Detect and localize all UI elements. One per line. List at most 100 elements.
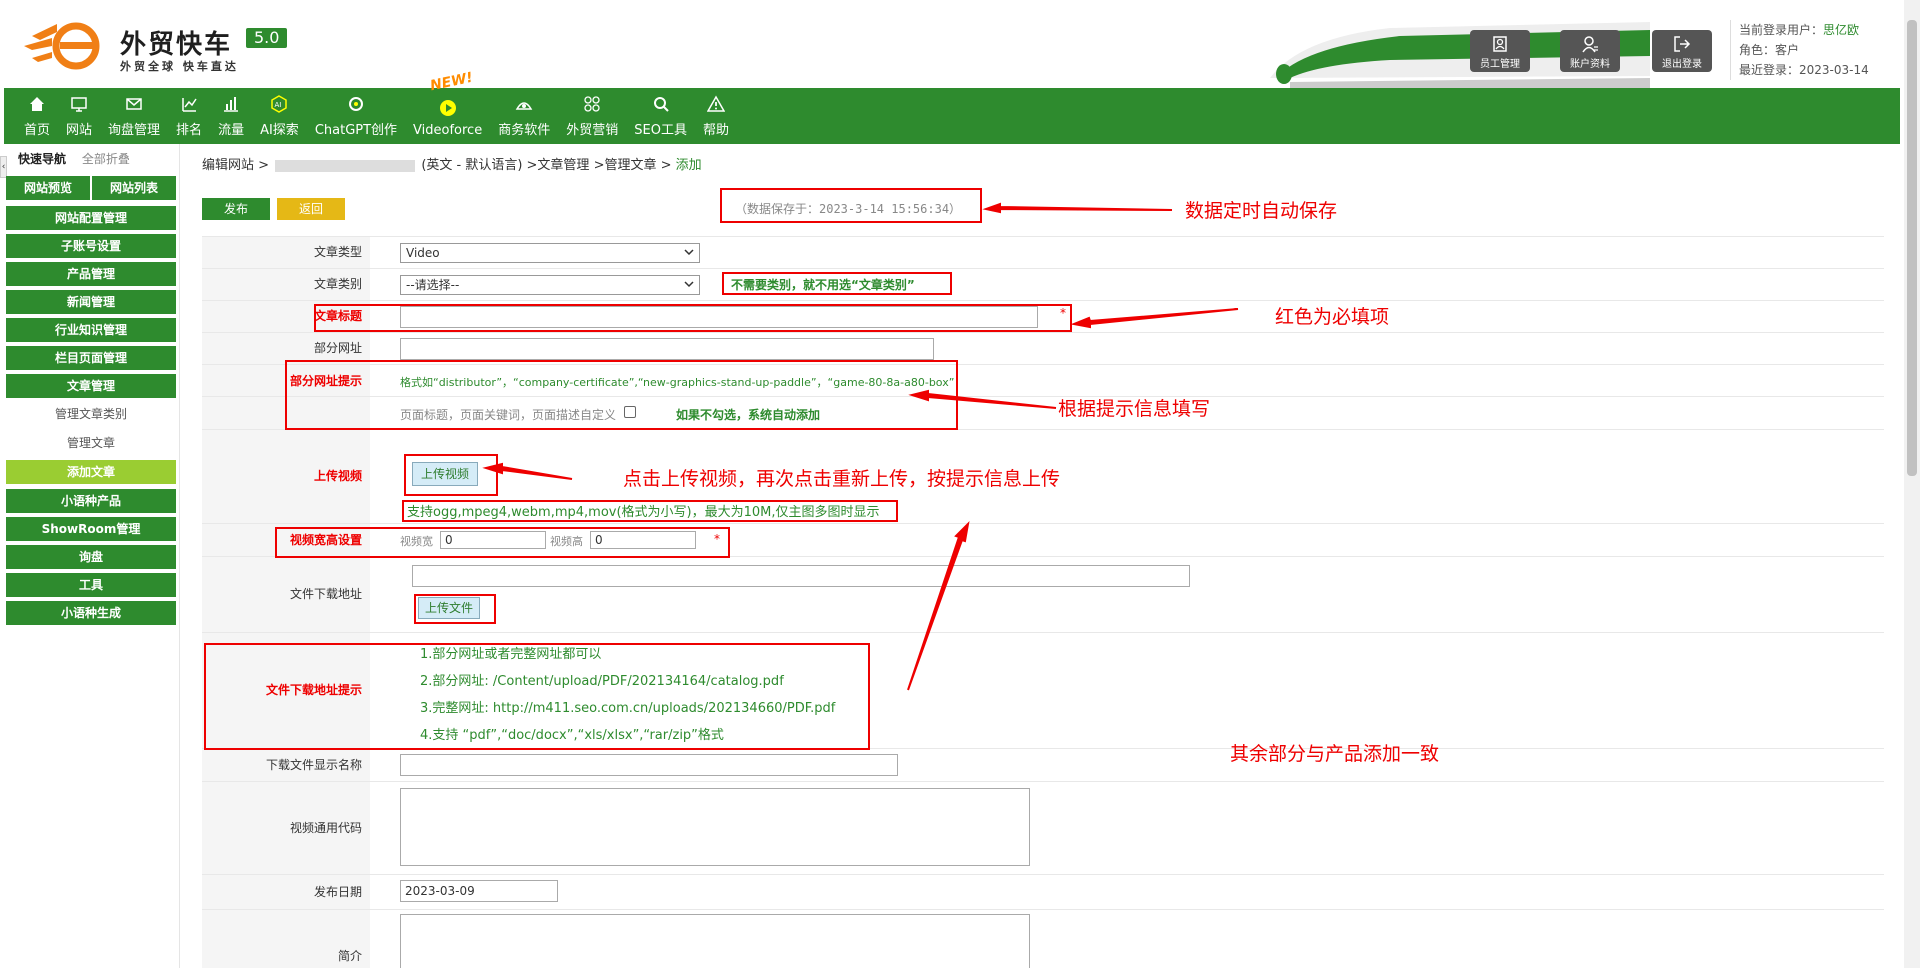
nav-label: 排名	[176, 123, 203, 138]
logo-title: 外贸快车	[120, 30, 233, 60]
breadcrumb: 编辑网站 > (英文 - 默认语言) >文章管理 >管理文章 > 添加	[202, 154, 702, 173]
user-role: 角色：客户	[1739, 43, 1800, 57]
login-user-row: 当前登录用户：思亿欧	[1739, 20, 1898, 40]
nav-item-inquiry[interactable]: 询盘管理	[100, 88, 168, 144]
sidebar-item-site-config[interactable]: 网站配置管理	[6, 206, 176, 230]
breadcrumb-current: 添加	[675, 158, 702, 173]
help-icon	[706, 95, 725, 112]
nav-label: 首页	[24, 123, 51, 138]
nav-item-home[interactable]: 首页	[16, 88, 58, 144]
staff-management-label: 员工管理	[1480, 59, 1520, 70]
upload-video-label: 上传视频	[202, 430, 370, 523]
account-info-button[interactable]: 账户资料	[1560, 30, 1620, 72]
login-user-name[interactable]: 思亿欧	[1823, 23, 1859, 37]
row-divider	[202, 236, 1884, 237]
nav-item-videoforce[interactable]: Videoforce	[405, 88, 490, 144]
annotation-required: 红色为必填项	[1275, 306, 1390, 328]
row-divider	[202, 300, 1884, 301]
ai-icon: AI	[271, 95, 288, 113]
account-info-label: 账户资料	[1570, 59, 1610, 70]
logo-icon	[24, 22, 100, 70]
nav-item-software[interactable]: 商务软件	[490, 88, 558, 144]
annotation-no-category: 不需要类别，就不用选“文章类别”	[731, 278, 915, 292]
row-divider	[202, 332, 1884, 333]
summary-label: 简介	[202, 910, 370, 968]
summary-textarea[interactable]	[400, 914, 1030, 968]
nav-item-website[interactable]: 网站	[58, 88, 100, 144]
article-category-select[interactable]: --请选择--	[400, 275, 700, 295]
sidebar-sub-add-article[interactable]: 添加文章	[6, 460, 176, 484]
sidebar-item-article[interactable]: 文章管理	[6, 374, 176, 398]
nav-label: 帮助	[702, 123, 729, 138]
nav-item-seo-tools[interactable]: SEO工具	[626, 88, 695, 144]
blurred-site-name	[275, 159, 416, 172]
sidebar-sub-manage-article[interactable]: 管理文章	[6, 431, 176, 455]
video-code-textarea[interactable]	[400, 788, 1030, 866]
annotation-box-upload-video	[404, 454, 498, 496]
scrollbar-thumb[interactable]	[1907, 20, 1917, 476]
nav-label: 网站	[66, 123, 93, 138]
row-divider	[202, 632, 1884, 633]
annotation-box-partial-url	[285, 360, 958, 430]
staff-management-button[interactable]: 员工管理	[1470, 30, 1530, 72]
back-button[interactable]: 返回	[277, 198, 345, 220]
nav-label: Videoforce	[413, 123, 483, 138]
video-code-label: 视频通用代码	[202, 782, 370, 874]
nav-item-ai[interactable]: AI AI探索	[252, 88, 307, 144]
nav-item-traffic[interactable]: 流量	[210, 88, 252, 144]
nav-item-help[interactable]: 帮助	[695, 88, 737, 144]
sidebar-item-showroom[interactable]: ShowRoom管理	[6, 517, 176, 541]
nav-item-chatgpt[interactable]: ChatGPT创作	[307, 88, 405, 144]
account-icon	[1582, 36, 1598, 53]
row-divider	[202, 268, 1884, 269]
last-login: 最近登录：2023-03-14	[1739, 63, 1869, 77]
sidebar-item-sub-account[interactable]: 子账号设置	[6, 234, 176, 258]
file-url-input[interactable]	[412, 565, 1190, 587]
sidebar-item-inquiry[interactable]: 询盘	[6, 545, 176, 569]
publish-date-label: 发布日期	[202, 875, 370, 909]
sidebar-item-minor-lang-product[interactable]: 小语种产品	[6, 489, 176, 513]
row-divider	[202, 523, 1884, 524]
sidebar-item-column-page[interactable]: 栏目页面管理	[6, 346, 176, 370]
download-name-input[interactable]	[400, 754, 898, 776]
download-name-label: 下载文件显示名称	[202, 749, 370, 781]
article-category-label: 文章类别	[202, 269, 370, 300]
website-list-button[interactable]: 网站列表	[92, 176, 176, 200]
sidebar-item-industry[interactable]: 行业知识管理	[6, 318, 176, 342]
breadcrumb-middle[interactable]: (英文 - 默认语言) >文章管理 >管理文章 >	[421, 158, 671, 173]
annotation-box-video-size	[275, 527, 730, 558]
article-type-value: Video	[406, 246, 440, 260]
sidebar-item-tools[interactable]: 工具	[6, 573, 176, 597]
partial-url-input[interactable]	[400, 338, 934, 360]
logout-button[interactable]: 退出登录	[1652, 30, 1712, 72]
nav-label: AI探索	[260, 123, 299, 138]
arrow-upload-video	[482, 462, 573, 480]
breadcrumb-prefix[interactable]: 编辑网站 >	[202, 158, 269, 173]
nav-item-marketing[interactable]: 外贸营销	[558, 88, 626, 144]
annotation-autosave: 数据定时自动保存	[1185, 200, 1338, 222]
article-type-select[interactable]: Video	[400, 243, 700, 263]
ranking-icon	[182, 98, 197, 112]
fold-all-link[interactable]: 全部折叠	[82, 152, 130, 166]
publish-button[interactable]: 发布	[202, 198, 270, 220]
article-category-value: --请选择--	[406, 278, 460, 292]
nav-item-ranking[interactable]: 排名	[168, 88, 210, 144]
nav-label: 流量	[218, 123, 245, 138]
chevron-down-icon	[684, 281, 694, 288]
annotation-box-file-hints	[204, 643, 870, 750]
bar-chart-icon	[224, 97, 239, 112]
page: 外贸快车 5.0 外贸全球 快车直达 员工管理 账户资料 退出登录 当前登录用户…	[0, 0, 1920, 968]
sidebar-item-product[interactable]: 产品管理	[6, 262, 176, 286]
sidebar-item-minor-lang-gen[interactable]: 小语种生成	[6, 601, 176, 625]
website-preview-button[interactable]: 网站预览	[6, 176, 90, 200]
chevron-down-icon	[684, 249, 694, 256]
home-icon	[30, 97, 44, 111]
monitor-icon	[71, 97, 87, 112]
sidebar-collapse-handle[interactable]: ‹	[0, 156, 7, 178]
arrow-required	[1070, 308, 1239, 329]
sidebar-sub-article-category[interactable]: 管理文章类别	[6, 402, 176, 426]
publish-date-input[interactable]: 2023-03-09	[400, 880, 558, 902]
arrow-autosave	[982, 202, 1173, 214]
sidebar-item-news[interactable]: 新闻管理	[6, 290, 176, 314]
logo-version-badge: 5.0	[246, 28, 288, 48]
